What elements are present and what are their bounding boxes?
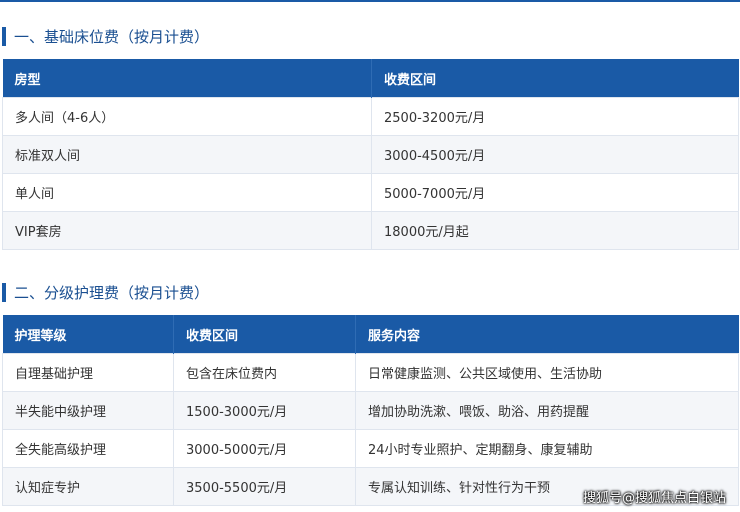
section-heading-bed-fee: 一、基础床位费（按月计费）	[2, 25, 209, 47]
section-heading-text: 一、基础床位费（按月计费）	[14, 27, 210, 46]
cell-care-level: 全失能高级护理	[2, 429, 174, 468]
column-header-care-level: 护理等级	[2, 315, 174, 354]
cell-care-level: 半失能中级护理	[2, 391, 174, 430]
cell-price-range: 18000元/月起	[371, 211, 739, 250]
heading-accent-bar	[2, 26, 6, 46]
table-row: 多人间（4-6人） 2500-3200元/月	[2, 97, 739, 136]
cell-service-content: 日常健康监测、公共区域使用、生活协助	[355, 353, 739, 392]
cell-price-range: 3000-5000元/月	[173, 429, 356, 468]
section-heading-text: 二、分级护理费（按月计费）	[14, 283, 210, 302]
column-header-price-range: 收费区间	[371, 59, 739, 98]
cell-room-type: 单人间	[2, 173, 372, 212]
cell-care-level: 自理基础护理	[2, 353, 174, 392]
table-header-row: 护理等级 收费区间 服务内容	[2, 315, 739, 354]
table-row: VIP套房 18000元/月起	[2, 211, 739, 250]
cell-room-type: 多人间（4-6人）	[2, 97, 372, 136]
cell-price-range: 3500-5500元/月	[173, 467, 356, 506]
cell-care-level: 认知症专护	[2, 467, 174, 506]
care-fee-table: 护理等级 收费区间 服务内容 自理基础护理 包含在床位费内 日常健康监测、公共区…	[2, 315, 739, 506]
column-header-room-type: 房型	[2, 59, 372, 98]
column-header-price-range: 收费区间	[173, 315, 356, 354]
cell-price-range: 3000-4500元/月	[371, 135, 739, 174]
cell-service-content: 增加协助洗漱、喂饭、助浴、用药提醒	[355, 391, 739, 430]
column-header-service-content: 服务内容	[355, 315, 739, 354]
cell-price-range: 1500-3000元/月	[173, 391, 356, 430]
cell-price-range: 5000-7000元/月	[371, 173, 739, 212]
cell-room-type: VIP套房	[2, 211, 372, 250]
source-watermark: 搜狐号@搜狐焦点白银站	[582, 491, 726, 506]
table-row: 标准双人间 3000-4500元/月	[2, 135, 739, 174]
table-row: 单人间 5000-7000元/月	[2, 173, 739, 212]
cell-price-range: 2500-3200元/月	[371, 97, 739, 136]
heading-accent-bar	[2, 282, 6, 302]
cell-room-type: 标准双人间	[2, 135, 372, 174]
table-row: 自理基础护理 包含在床位费内 日常健康监测、公共区域使用、生活协助	[2, 353, 739, 392]
table-header-row: 房型 收费区间	[2, 59, 739, 98]
cell-service-content: 24小时专业照护、定期翻身、康复辅助	[355, 429, 739, 468]
section-heading-care-fee: 二、分级护理费（按月计费）	[2, 281, 209, 303]
table-row: 全失能高级护理 3000-5000元/月 24小时专业照护、定期翻身、康复辅助	[2, 429, 739, 468]
table-row: 半失能中级护理 1500-3000元/月 增加协助洗漱、喂饭、助浴、用药提醒	[2, 391, 739, 430]
top-divider	[0, 0, 740, 2]
cell-price-range: 包含在床位费内	[173, 353, 356, 392]
bed-fee-table: 房型 收费区间 多人间（4-6人） 2500-3200元/月 标准双人间 300…	[2, 59, 739, 250]
